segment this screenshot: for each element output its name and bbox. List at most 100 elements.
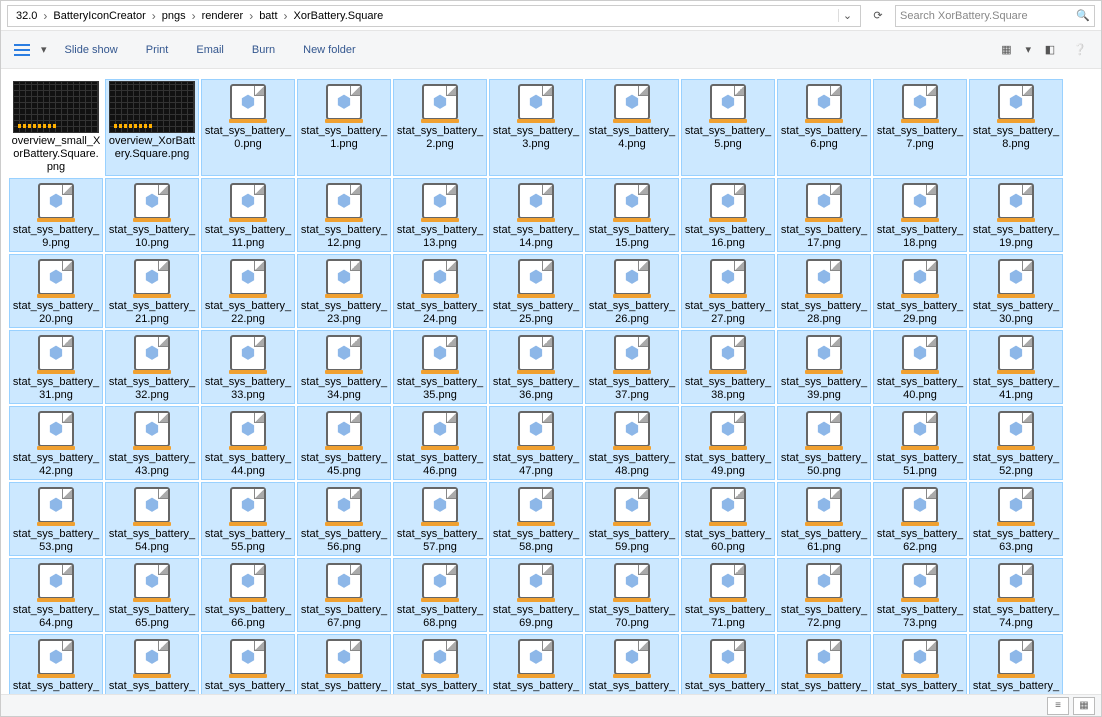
newfolder-button[interactable]: New folder bbox=[293, 40, 366, 60]
breadcrumb-segment[interactable]: pngs bbox=[158, 10, 190, 22]
file-item[interactable]: ⬢stat_sys_battery_82.png bbox=[681, 634, 775, 694]
file-item[interactable]: ⬢stat_sys_battery_39.png bbox=[777, 330, 871, 404]
file-item[interactable]: ⬢stat_sys_battery_21.png bbox=[105, 254, 199, 328]
breadcrumb-dropdown[interactable]: ⌄ bbox=[838, 9, 856, 22]
file-item[interactable]: ⬢stat_sys_battery_32.png bbox=[105, 330, 199, 404]
file-item[interactable]: ⬢stat_sys_battery_6.png bbox=[777, 79, 871, 176]
file-item[interactable]: ⬢stat_sys_battery_68.png bbox=[393, 558, 487, 632]
file-item[interactable]: ⬢stat_sys_battery_5.png bbox=[681, 79, 775, 176]
file-item[interactable]: ⬢stat_sys_battery_10.png bbox=[105, 178, 199, 252]
file-item[interactable]: ⬢stat_sys_battery_30.png bbox=[969, 254, 1063, 328]
file-item[interactable]: ⬢stat_sys_battery_70.png bbox=[585, 558, 679, 632]
file-item[interactable]: ⬢stat_sys_battery_62.png bbox=[873, 482, 967, 556]
details-view-button[interactable]: ≡ bbox=[1047, 697, 1069, 715]
file-item[interactable]: ⬢stat_sys_battery_40.png bbox=[873, 330, 967, 404]
file-item[interactable]: ⬢stat_sys_battery_63.png bbox=[969, 482, 1063, 556]
breadcrumb-segment[interactable]: batt bbox=[255, 10, 281, 22]
file-item[interactable]: ⬢stat_sys_battery_49.png bbox=[681, 406, 775, 480]
file-item[interactable]: ⬢stat_sys_battery_1.png bbox=[297, 79, 391, 176]
help-button[interactable]: ❔ bbox=[1069, 39, 1091, 61]
file-item[interactable]: ⬢stat_sys_battery_61.png bbox=[777, 482, 871, 556]
file-item[interactable]: ⬢stat_sys_battery_66.png bbox=[201, 558, 295, 632]
file-item[interactable]: ⬢stat_sys_battery_56.png bbox=[297, 482, 391, 556]
file-item[interactable]: ⬢stat_sys_battery_34.png bbox=[297, 330, 391, 404]
burn-button[interactable]: Burn bbox=[242, 40, 285, 60]
file-item[interactable]: ⬢stat_sys_battery_17.png bbox=[777, 178, 871, 252]
search-input[interactable]: Search XorBattery.Square 🔍 bbox=[895, 5, 1095, 27]
file-item[interactable]: ⬢stat_sys_battery_2.png bbox=[393, 79, 487, 176]
file-item[interactable]: ⬢stat_sys_battery_79.png bbox=[393, 634, 487, 694]
view-options-button[interactable]: ▦ bbox=[995, 39, 1017, 61]
breadcrumb[interactable]: 32.0BatteryIconCreatorpngsrendererbattXo… bbox=[7, 5, 861, 27]
file-item[interactable]: ⬢stat_sys_battery_12.png bbox=[297, 178, 391, 252]
refresh-button[interactable]: ⟳ bbox=[867, 5, 889, 27]
file-item[interactable]: ⬢stat_sys_battery_52.png bbox=[969, 406, 1063, 480]
file-item[interactable]: ⬢stat_sys_battery_19.png bbox=[969, 178, 1063, 252]
file-item[interactable]: ⬢stat_sys_battery_7.png bbox=[873, 79, 967, 176]
file-item[interactable]: ⬢stat_sys_battery_37.png bbox=[585, 330, 679, 404]
file-item[interactable]: ⬢stat_sys_battery_42.png bbox=[9, 406, 103, 480]
email-button[interactable]: Email bbox=[186, 40, 234, 60]
file-item[interactable]: ⬢stat_sys_battery_60.png bbox=[681, 482, 775, 556]
file-item[interactable]: ⬢stat_sys_battery_14.png bbox=[489, 178, 583, 252]
file-item[interactable]: ⬢stat_sys_battery_80.png bbox=[489, 634, 583, 694]
breadcrumb-segment[interactable]: renderer bbox=[198, 10, 248, 22]
file-item[interactable]: ⬢stat_sys_battery_81.png bbox=[585, 634, 679, 694]
file-item[interactable]: ⬢stat_sys_battery_20.png bbox=[9, 254, 103, 328]
file-item[interactable]: ⬢stat_sys_battery_33.png bbox=[201, 330, 295, 404]
file-item[interactable]: ⬢stat_sys_battery_15.png bbox=[585, 178, 679, 252]
file-item[interactable]: ⬢stat_sys_battery_48.png bbox=[585, 406, 679, 480]
file-item[interactable]: ⬢stat_sys_battery_13.png bbox=[393, 178, 487, 252]
icons-view-button[interactable]: ▦ bbox=[1073, 697, 1095, 715]
breadcrumb-segment[interactable]: 32.0 bbox=[12, 10, 41, 22]
file-item[interactable]: ⬢stat_sys_battery_53.png bbox=[9, 482, 103, 556]
file-item[interactable]: ⬢stat_sys_battery_18.png bbox=[873, 178, 967, 252]
file-item[interactable]: ⬢stat_sys_battery_28.png bbox=[777, 254, 871, 328]
file-item[interactable]: ⬢stat_sys_battery_4.png bbox=[585, 79, 679, 176]
file-item[interactable]: ⬢stat_sys_battery_35.png bbox=[393, 330, 487, 404]
file-item[interactable]: ⬢stat_sys_battery_44.png bbox=[201, 406, 295, 480]
file-item[interactable]: overview_XorBattery.Square.png bbox=[105, 79, 199, 176]
file-item[interactable]: ⬢stat_sys_battery_77.png bbox=[201, 634, 295, 694]
file-item[interactable]: ⬢stat_sys_battery_26.png bbox=[585, 254, 679, 328]
file-item[interactable]: ⬢stat_sys_battery_74.png bbox=[969, 558, 1063, 632]
file-item[interactable]: ⬢stat_sys_battery_67.png bbox=[297, 558, 391, 632]
breadcrumb-segment[interactable]: BatteryIconCreator bbox=[49, 10, 149, 22]
file-item[interactable]: ⬢stat_sys_battery_45.png bbox=[297, 406, 391, 480]
file-item[interactable]: ⬢stat_sys_battery_22.png bbox=[201, 254, 295, 328]
file-item[interactable]: ⬢stat_sys_battery_71.png bbox=[681, 558, 775, 632]
file-item[interactable]: ⬢stat_sys_battery_64.png bbox=[9, 558, 103, 632]
file-item[interactable]: ⬢stat_sys_battery_69.png bbox=[489, 558, 583, 632]
file-item[interactable]: ⬢stat_sys_battery_8.png bbox=[969, 79, 1063, 176]
file-item[interactable]: ⬢stat_sys_battery_31.png bbox=[9, 330, 103, 404]
file-item[interactable]: ⬢stat_sys_battery_43.png bbox=[105, 406, 199, 480]
file-item[interactable]: ⬢stat_sys_battery_75.png bbox=[9, 634, 103, 694]
file-item[interactable]: ⬢stat_sys_battery_72.png bbox=[777, 558, 871, 632]
file-item[interactable]: ⬢stat_sys_battery_36.png bbox=[489, 330, 583, 404]
file-item[interactable]: ⬢stat_sys_battery_46.png bbox=[393, 406, 487, 480]
file-item[interactable]: ⬢stat_sys_battery_27.png bbox=[681, 254, 775, 328]
file-item[interactable]: ⬢stat_sys_battery_47.png bbox=[489, 406, 583, 480]
file-item[interactable]: ⬢stat_sys_battery_25.png bbox=[489, 254, 583, 328]
file-grid[interactable]: overview_small_XorBattery.Square.pngover… bbox=[1, 69, 1101, 694]
file-item[interactable]: ⬢stat_sys_battery_59.png bbox=[585, 482, 679, 556]
file-item[interactable]: ⬢stat_sys_battery_65.png bbox=[105, 558, 199, 632]
file-item[interactable]: ⬢stat_sys_battery_58.png bbox=[489, 482, 583, 556]
file-item[interactable]: ⬢stat_sys_battery_83.png bbox=[777, 634, 871, 694]
file-item[interactable]: ⬢stat_sys_battery_24.png bbox=[393, 254, 487, 328]
file-item[interactable]: ⬢stat_sys_battery_73.png bbox=[873, 558, 967, 632]
file-item[interactable]: ⬢stat_sys_battery_16.png bbox=[681, 178, 775, 252]
file-item[interactable]: ⬢stat_sys_battery_50.png bbox=[777, 406, 871, 480]
slideshow-button[interactable]: Slide show bbox=[55, 40, 128, 60]
file-item[interactable]: ⬢stat_sys_battery_38.png bbox=[681, 330, 775, 404]
print-button[interactable]: Print bbox=[136, 40, 179, 60]
file-item[interactable]: ⬢stat_sys_battery_11.png bbox=[201, 178, 295, 252]
file-item[interactable]: ⬢stat_sys_battery_76.png bbox=[105, 634, 199, 694]
file-item[interactable]: overview_small_XorBattery.Square.png bbox=[9, 79, 103, 176]
file-item[interactable]: ⬢stat_sys_battery_41.png bbox=[969, 330, 1063, 404]
file-item[interactable]: ⬢stat_sys_battery_3.png bbox=[489, 79, 583, 176]
file-item[interactable]: ⬢stat_sys_battery_55.png bbox=[201, 482, 295, 556]
file-item[interactable]: ⬢stat_sys_battery_9.png bbox=[9, 178, 103, 252]
file-item[interactable]: ⬢stat_sys_battery_57.png bbox=[393, 482, 487, 556]
file-item[interactable]: ⬢stat_sys_battery_0.png bbox=[201, 79, 295, 176]
